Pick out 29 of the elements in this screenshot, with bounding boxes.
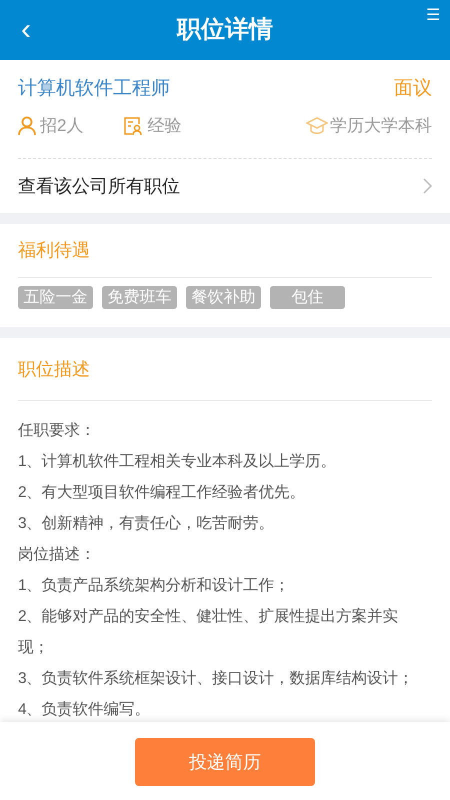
job-title: 计算机软件工程师 [18,76,170,101]
description-line: 任职要求： [18,421,96,441]
page-title: 职位详情 [176,15,274,45]
benefit-tag: 餐饮补助 [186,286,261,309]
description-line: 4、负责软件编写。 [18,700,152,720]
section-title: 职位描述 [18,358,91,380]
description-line: 1、负责产品系统架构分析和设计工作； [18,576,291,596]
company-jobs-link[interactable]: 查看该公司所有职位 [18,159,432,213]
description-line: 2、有大型项目软件编程工作经验者优先。 [18,483,306,503]
section-title: 福利待遇 [18,239,91,262]
description-line: 1、计算机软件工程相关专业本科及以上学历。 [18,452,338,472]
menu-button[interactable]: ☰ [426,8,440,24]
description-line: 3、创新精神，有责任心，吃苦耐劳。 [18,514,276,534]
benefit-tag: 包住 [270,286,345,309]
description-line: 3、负责软件系统框架设计、接口设计，数据库结构设计； [18,669,415,689]
education-text: 学历大学本科 [330,115,432,138]
graduation-cap-icon [306,116,328,136]
headcount-text: 招2人 [40,115,84,138]
salary-text: 面议 [394,76,432,101]
benefit-tag: 五险一金 [18,286,93,309]
chevron-right-icon [422,178,432,194]
benefit-tag: 免费班车 [102,286,177,309]
experience-text: 经验 [147,115,182,138]
description-line: 2、能够对产品的安全性、健壮性、扩展性提出方案并实现； [18,606,400,658]
person-icon [18,116,36,136]
description-line: 岗位描述： [18,545,96,565]
back-button[interactable]: ‹ [6,10,46,50]
resume-icon [123,116,144,136]
apply-button[interactable]: 投递简历 [135,738,315,786]
